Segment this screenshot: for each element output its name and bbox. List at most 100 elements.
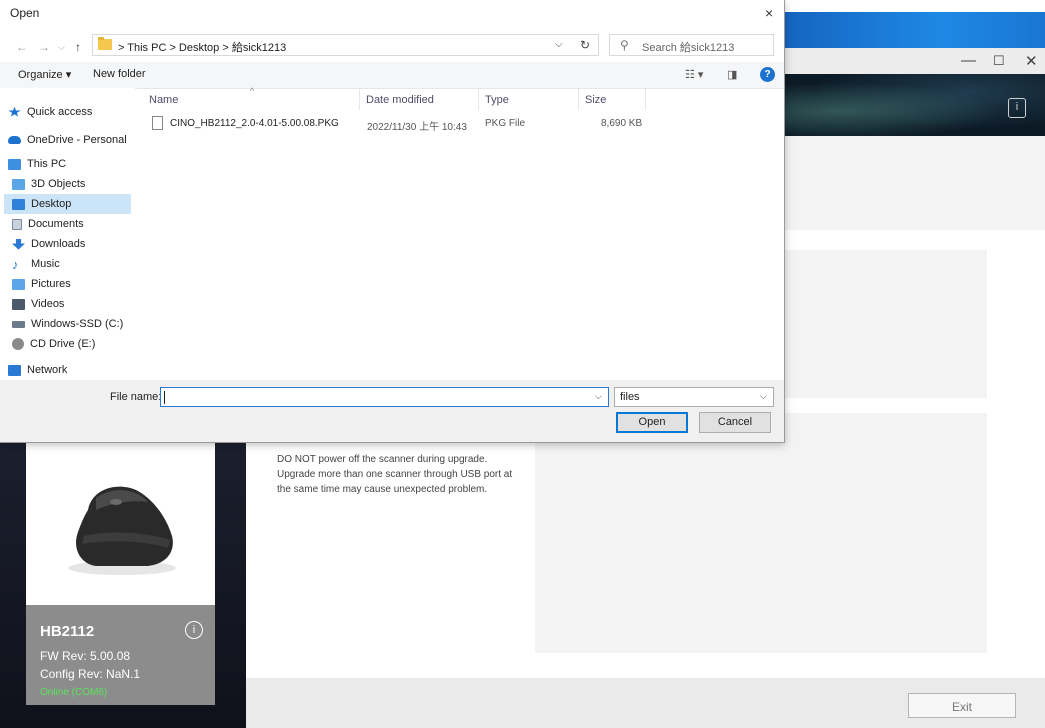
nav-label: Videos xyxy=(31,298,65,310)
nav-item-onedrive[interactable]: OneDrive - Personal xyxy=(8,130,135,150)
file-size: 8,690 KB xyxy=(601,118,643,129)
file-icon xyxy=(152,116,163,130)
text-caret xyxy=(164,391,165,404)
nav-label: Desktop xyxy=(31,198,72,210)
config-revision: Config Rev: NaN.1 xyxy=(40,667,141,681)
window-close-button[interactable]: ✕ xyxy=(1025,52,1038,70)
column-header-date-modified[interactable]: Date modified xyxy=(366,94,434,106)
nav-label: This PC xyxy=(27,158,67,170)
folder-icon xyxy=(98,37,112,50)
nav-label: CD Drive (E:) xyxy=(30,338,96,350)
up-arrow-icon[interactable]: ↑ xyxy=(75,40,81,54)
maximize-button[interactable]: ☐ xyxy=(993,53,1005,69)
device-model: HB2112 xyxy=(40,623,95,640)
sort-ascending-icon: ^ xyxy=(250,86,255,96)
download-icon xyxy=(12,238,25,250)
file-type-dropdown-icon: ⌵ xyxy=(760,391,767,401)
search-input[interactable]: ⚲ Search 給sick1213 xyxy=(609,34,774,56)
column-divider[interactable] xyxy=(359,88,360,110)
video-icon xyxy=(12,298,25,310)
cube-icon xyxy=(12,178,25,190)
scanner-image xyxy=(68,486,176,575)
document-icon xyxy=(12,218,22,230)
music-icon: ♪ xyxy=(12,256,19,272)
column-header-type[interactable]: Type xyxy=(485,94,509,106)
warning-line: the same time may cause unexpected probl… xyxy=(277,484,488,495)
open-file-dialog: Open × ← → ⌵ ↑ > This PC > Desktop > 給si… xyxy=(0,0,785,443)
app-titlebar xyxy=(785,48,1045,74)
panel-bottom-right xyxy=(535,413,987,653)
warning-line: DO NOT power off the scanner during upgr… xyxy=(277,454,488,465)
cd-icon xyxy=(12,338,24,351)
nav-label: Pictures xyxy=(31,278,71,290)
nav-label: OneDrive - Personal xyxy=(27,134,127,146)
preview-pane-icon[interactable]: ◨ xyxy=(727,68,737,81)
dialog-close-icon[interactable]: × xyxy=(765,5,773,21)
open-button[interactable]: Open xyxy=(616,412,688,433)
nav-item-music[interactable]: ♪ Music xyxy=(12,254,135,274)
device-info-icon[interactable]: i xyxy=(185,621,203,639)
file-type-select[interactable]: files ⌵ xyxy=(614,387,774,407)
column-header-name[interactable]: Name xyxy=(149,94,178,106)
nav-item-network[interactable]: Network xyxy=(8,360,135,380)
fw-revision: FW Rev: 5.00.08 xyxy=(40,649,131,663)
file-name-label: File name: xyxy=(110,391,162,403)
column-header-size[interactable]: Size xyxy=(585,94,606,106)
file-row[interactable]: CINO_HB2112_2.0-4.01-5.00.08.PKG 2022/11… xyxy=(145,114,645,134)
nav-item-videos[interactable]: Videos xyxy=(12,294,135,314)
nav-label: 3D Objects xyxy=(31,178,86,190)
column-divider[interactable] xyxy=(478,88,479,110)
forward-arrow-icon[interactable]: → xyxy=(38,40,50,54)
picture-icon xyxy=(12,278,25,290)
refresh-icon[interactable]: ↻ xyxy=(580,38,590,52)
nav-item-desktop[interactable]: Desktop xyxy=(4,194,131,214)
file-type-value: files xyxy=(620,391,640,403)
dialog-toolbar: Organize ▾ New folder ☷ ▾ ◨ ? xyxy=(0,62,784,89)
file-name: CINO_HB2112_2.0-4.01-5.00.08.PKG xyxy=(170,118,339,129)
address-path[interactable]: > This PC > Desktop > 給sick1213 xyxy=(118,39,286,55)
column-divider[interactable] xyxy=(578,88,579,110)
app-header-band xyxy=(785,136,1045,230)
view-options-icon[interactable]: ☷ ▾ xyxy=(685,68,703,81)
column-divider[interactable] xyxy=(645,88,646,110)
connection-status: Online (COM6) xyxy=(40,687,108,698)
network-icon xyxy=(8,364,21,376)
help-icon[interactable]: ? xyxy=(760,67,775,82)
address-dropdown-icon[interactable]: ⌵ xyxy=(555,39,563,50)
info-icon[interactable]: i xyxy=(1008,98,1026,118)
nav-item-this-pc[interactable]: This PC xyxy=(8,154,135,174)
address-bar[interactable]: > This PC > Desktop > 給sick1213 ⌵ ↻ xyxy=(92,34,599,56)
new-folder-button[interactable]: New folder xyxy=(93,68,146,80)
search-placeholder: Search 給sick1213 xyxy=(642,42,735,54)
nav-item-cd-drive[interactable]: CD Drive (E:) xyxy=(12,334,135,354)
nav-label: Network xyxy=(27,364,68,376)
app-hero-image xyxy=(785,74,1045,136)
cancel-button[interactable]: Cancel xyxy=(699,412,771,433)
file-name-dropdown-icon[interactable]: ⌵ xyxy=(595,391,602,402)
file-type: PKG File xyxy=(485,118,526,129)
nav-label: Downloads xyxy=(31,238,86,250)
nav-item-windows-ssd[interactable]: Windows-SSD (C:) xyxy=(12,314,135,334)
warning-line: Upgrade more than one scanner through US… xyxy=(277,469,513,480)
cloud-icon xyxy=(8,136,21,145)
back-arrow-icon[interactable]: ← xyxy=(16,40,28,54)
organize-button[interactable]: Organize ▾ xyxy=(18,68,71,81)
file-name-input[interactable]: ⌵ xyxy=(160,387,609,407)
nav-label: Windows-SSD (C:) xyxy=(31,318,124,330)
desktop-icon xyxy=(12,198,25,210)
device-card xyxy=(26,440,215,605)
dialog-title: Open xyxy=(10,6,40,20)
nav-item-downloads[interactable]: Downloads xyxy=(12,234,135,254)
star-icon xyxy=(8,106,21,117)
exit-button[interactable]: Exit xyxy=(908,693,1016,718)
nav-item-quick-access[interactable]: Quick access xyxy=(8,102,135,122)
minimize-button[interactable]: — xyxy=(961,52,976,69)
computer-icon xyxy=(8,158,21,170)
search-icon: ⚲ xyxy=(620,38,629,52)
nav-item-documents[interactable]: Documents xyxy=(12,214,135,234)
nav-label: Quick access xyxy=(27,106,93,118)
nav-label: Music xyxy=(31,258,60,270)
nav-item-pictures[interactable]: Pictures xyxy=(12,274,135,294)
nav-item-3d-objects[interactable]: 3D Objects xyxy=(12,174,135,194)
recent-locations-icon[interactable]: ⌵ xyxy=(58,42,65,53)
